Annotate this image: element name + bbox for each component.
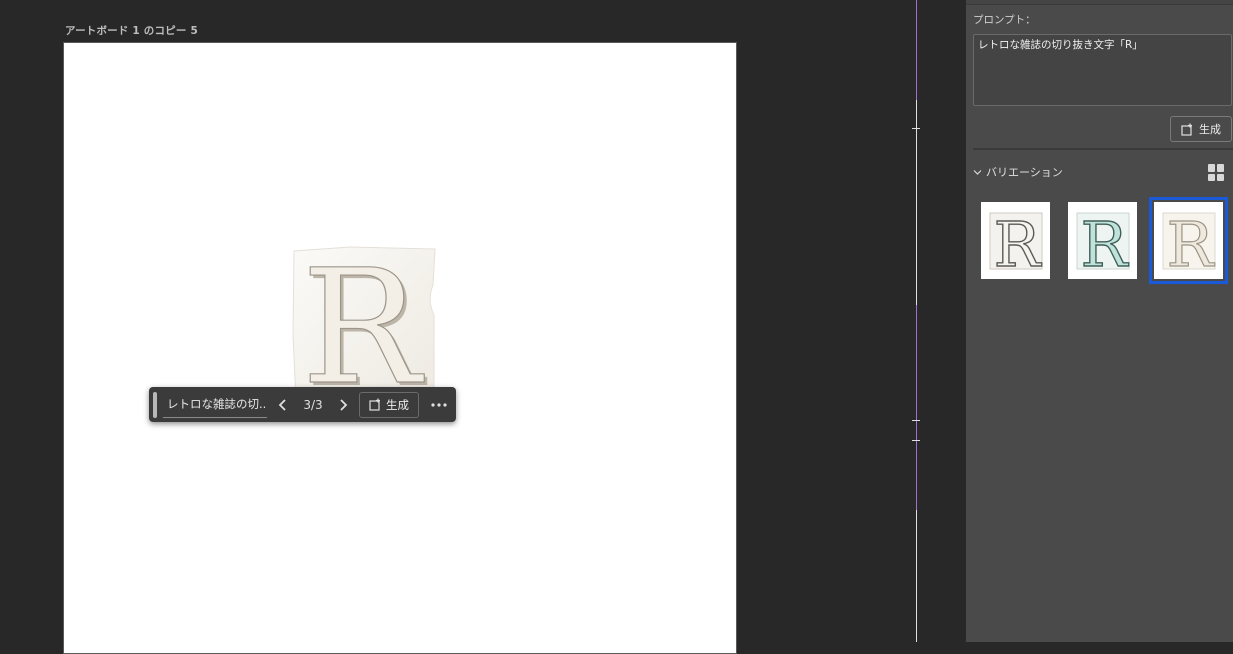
variation-counter: 3/3 <box>303 397 323 412</box>
more-options-button[interactable] <box>427 393 451 417</box>
variations-section-toggle[interactable]: バリエーション <box>973 164 1063 180</box>
variation-thumbnail-2[interactable]: R <box>1068 202 1137 279</box>
panel-generate-label: 生成 <box>1199 123 1221 136</box>
guide-segment <box>916 305 917 510</box>
artboard-title[interactable]: アートボード 1 のコピー 5 <box>65 23 198 38</box>
chevron-down-icon <box>973 169 982 175</box>
prompt-label: プロンプト： <box>973 14 1036 26</box>
guide-tick <box>912 420 920 421</box>
next-variation-button[interactable] <box>331 393 355 417</box>
panel-divider <box>973 148 1233 150</box>
artboard[interactable]: R R <box>63 42 737 654</box>
variation-letter: R <box>993 208 1042 274</box>
variation-image: R <box>1076 208 1130 274</box>
prompt-input[interactable]: レトロな雑誌の切り抜き文字「R」 <box>973 34 1232 106</box>
previous-variation-button[interactable] <box>271 393 295 417</box>
variation-thumbnail-3-selected[interactable]: R <box>1149 197 1228 284</box>
letter-glyph: R <box>302 245 425 403</box>
panel-generate-button[interactable]: 生成 <box>1170 116 1232 142</box>
generative-panel: プロンプト： レトロな雑誌の切り抜き文字「R」 生成 バリエーション R R R <box>965 0 1233 642</box>
grid-view-icon[interactable] <box>1208 164 1225 181</box>
variation-letter: R <box>1166 208 1215 274</box>
guide-tick <box>912 440 920 441</box>
generate-label: 生成 <box>386 397 409 412</box>
guide-segment <box>916 0 917 100</box>
prompt-chip[interactable]: レトロな雑誌の切... <box>163 392 267 418</box>
chevron-right-icon <box>340 398 348 411</box>
variations-label: バリエーション <box>986 166 1063 179</box>
variation-letter: R <box>1080 208 1129 274</box>
panel-top-edge <box>966 0 1233 5</box>
more-horizontal-icon <box>431 402 447 407</box>
variation-thumbnail-1[interactable]: R <box>981 202 1050 279</box>
generate-button[interactable]: 生成 <box>359 391 419 418</box>
drag-handle[interactable] <box>153 391 157 418</box>
variation-image: R <box>989 208 1043 274</box>
canvas-area[interactable]: アートボード 1 のコピー 5 R R レトロな雑誌の切... 3/3 生成 <box>0 0 965 654</box>
variation-image: R <box>1162 208 1216 274</box>
contextual-task-bar: レトロな雑誌の切... 3/3 生成 <box>149 387 456 422</box>
guide-tick <box>912 128 920 129</box>
generated-letter-image[interactable]: R R <box>290 245 438 403</box>
chevron-left-icon <box>278 398 286 411</box>
generate-icon <box>1181 123 1192 136</box>
generate-icon <box>369 398 380 411</box>
